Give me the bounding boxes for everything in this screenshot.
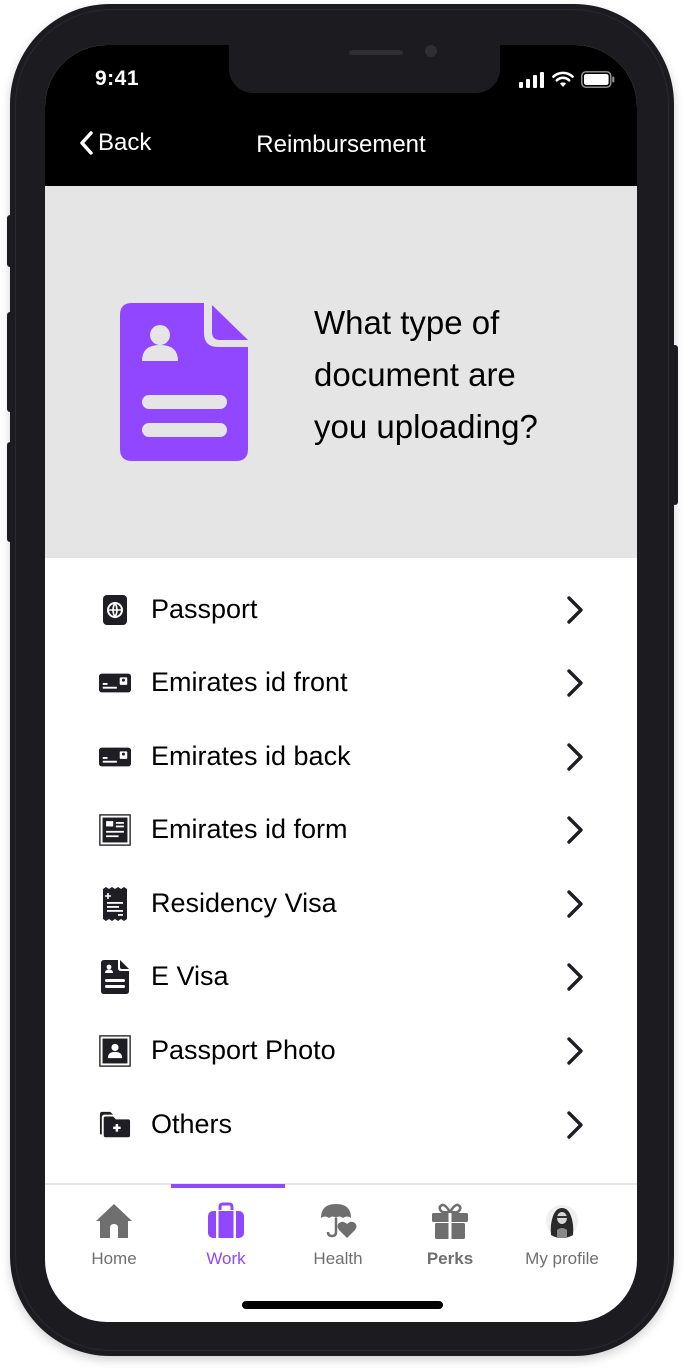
umbrella-heart-icon — [318, 1201, 358, 1241]
avatar-icon — [542, 1201, 582, 1241]
tab-perks[interactable]: Perks — [394, 1188, 506, 1268]
chevron-right-icon — [567, 889, 583, 918]
screen: 9:41 Back Reimbursement What type of doc… — [45, 45, 637, 1322]
document-person-icon — [120, 303, 248, 461]
tab-label: Health — [313, 1249, 363, 1268]
document-option-label: Passport — [151, 594, 258, 624]
document-option-label: E Visa — [151, 961, 229, 991]
tab-label: Work — [206, 1249, 246, 1268]
tab-my-profile[interactable]: My profile — [506, 1188, 618, 1268]
tab-label: Perks — [426, 1249, 474, 1268]
id-card-icon — [99, 667, 131, 699]
passport-icon — [99, 594, 131, 626]
home-indicator — [242, 1301, 443, 1309]
receipt-icon — [99, 886, 131, 921]
portrait-icon — [99, 1034, 131, 1067]
chevron-right-icon — [567, 1110, 583, 1139]
document-option-passport[interactable]: Passport — [45, 573, 637, 646]
document-option-emirates-id-front[interactable]: Emirates id front — [45, 646, 637, 719]
tab-label: Home — [91, 1249, 137, 1268]
chevron-right-icon — [567, 962, 583, 991]
chevron-right-icon — [567, 668, 583, 697]
hero-line-2: document are — [314, 356, 516, 393]
signal-icon — [519, 71, 544, 88]
hero-line-1: What type of — [314, 304, 500, 341]
form-icon — [99, 813, 131, 846]
document-option-e-visa[interactable]: E Visa — [45, 940, 637, 1013]
tab-home[interactable]: Home — [58, 1188, 170, 1268]
front-camera — [425, 45, 437, 57]
speaker — [349, 50, 403, 55]
chevron-right-icon — [567, 742, 583, 771]
battery-icon — [581, 71, 615, 88]
document-person-icon — [99, 959, 131, 994]
document-option-passport-photo[interactable]: Passport Photo — [45, 1014, 637, 1087]
status-icons — [519, 71, 615, 88]
document-option-label: Passport Photo — [151, 1035, 336, 1065]
document-option-others[interactable]: Others — [45, 1088, 637, 1161]
chevron-right-icon — [567, 595, 583, 624]
chevron-right-icon — [567, 815, 583, 844]
id-card-icon — [99, 741, 131, 773]
tab-work[interactable]: Work — [170, 1188, 282, 1268]
document-option-label: Emirates id form — [151, 814, 348, 844]
hero-line-3: you uploading? — [314, 408, 538, 445]
document-option-label: Others — [151, 1109, 233, 1139]
status-time: 9:41 — [95, 67, 140, 90]
folder-plus-icon — [99, 1109, 131, 1141]
document-option-emirates-id-form[interactable]: Emirates id form — [45, 793, 637, 866]
hero-question: What type of document are you uploading? — [314, 297, 614, 453]
power-button — [672, 345, 678, 505]
chevron-right-icon — [567, 1036, 583, 1065]
page-title: Reimbursement — [256, 131, 426, 158]
briefcase-icon — [206, 1201, 246, 1241]
hero-section: What type of document are you uploading? — [45, 186, 637, 558]
gift-icon — [430, 1201, 470, 1241]
document-option-residency-visa[interactable]: Residency Visa — [45, 867, 637, 940]
volume-down-button — [7, 442, 13, 542]
notch — [229, 45, 500, 93]
mute-switch — [7, 215, 13, 267]
wifi-icon — [552, 71, 574, 87]
tabbar-divider — [45, 1183, 637, 1185]
bottom-tab-bar: Home Work Health Perks My profile — [45, 1188, 637, 1268]
tab-health[interactable]: Health — [282, 1188, 394, 1268]
tab-label: My profile — [525, 1249, 599, 1268]
volume-up-button — [7, 312, 13, 412]
document-option-emirates-id-back[interactable]: Emirates id back — [45, 720, 637, 793]
document-option-label: Emirates id front — [151, 667, 348, 697]
document-option-label: Emirates id back — [151, 741, 351, 771]
home-icon — [94, 1201, 134, 1241]
document-option-label: Residency Visa — [151, 888, 337, 918]
